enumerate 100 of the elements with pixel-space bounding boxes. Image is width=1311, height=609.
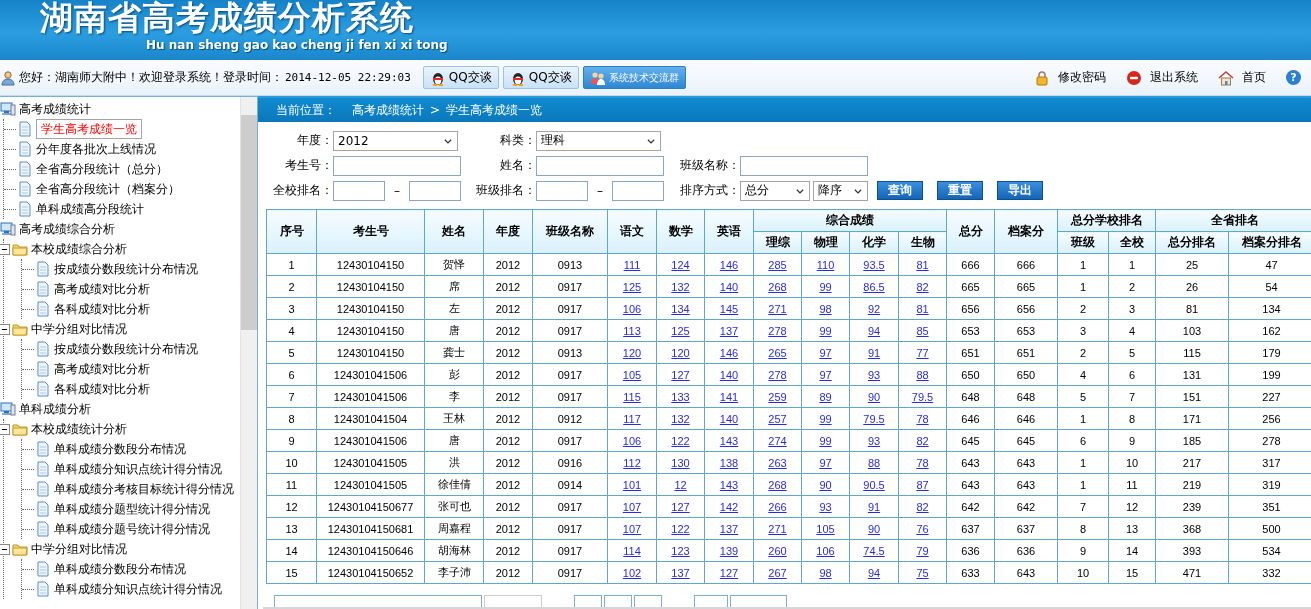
menu-item[interactable]: 高考成绩对比分析 <box>54 280 150 298</box>
score-link[interactable]: 82 <box>916 500 929 513</box>
menu-item[interactable]: 单科成绩分数段分布情况 <box>54 560 186 578</box>
menu-item[interactable]: 学生高考成绩一览 <box>36 119 142 139</box>
collapse-toggle[interactable] <box>0 543 10 555</box>
menu-item[interactable]: 单科成绩分题型统计得分情况 <box>54 500 210 518</box>
input-field[interactable] <box>536 155 664 176</box>
score-link[interactable]: 78 <box>916 456 929 469</box>
score-link[interactable]: 12 <box>674 478 687 491</box>
score-link[interactable]: 92 <box>867 302 881 315</box>
menu-group[interactable]: 高考成绩综合分析 <box>19 220 115 238</box>
input-field[interactable] <box>536 180 588 201</box>
score-link[interactable]: 81 <box>916 258 929 271</box>
dropdown[interactable]: 理科 <box>536 130 661 151</box>
score-link[interactable]: 94 <box>867 566 881 579</box>
menu-item[interactable]: 单科成绩分知识点统计得分情况 <box>54 460 222 478</box>
collapse-toggle[interactable] <box>0 323 10 335</box>
score-link[interactable]: 77 <box>916 346 929 359</box>
score-link[interactable]: 79 <box>916 544 929 557</box>
dropdown[interactable]: 2012 <box>333 130 458 151</box>
vertical-scrollbar[interactable] <box>240 97 257 609</box>
menu-group[interactable]: 单科成绩分析 <box>19 400 91 418</box>
score-link[interactable]: 93 <box>819 500 832 513</box>
score-link[interactable]: 81 <box>916 302 929 315</box>
score-link[interactable]: 90 <box>819 478 832 491</box>
score-link[interactable]: 91 <box>867 346 881 359</box>
score-link[interactable]: 90 <box>867 522 881 535</box>
score-link[interactable]: 75 <box>916 566 929 579</box>
range-dash: – <box>393 183 401 198</box>
action-button[interactable]: 重置 <box>937 181 983 200</box>
action-button[interactable]: 导出 <box>997 181 1043 200</box>
score-link[interactable]: 88 <box>867 456 881 469</box>
action-button[interactable]: 查询 <box>877 181 923 200</box>
score-link[interactable]: 98 <box>819 302 832 315</box>
table-cell: 2012 <box>483 451 533 474</box>
score-link[interactable]: 99 <box>819 324 832 337</box>
breadcrumb-item[interactable]: 高考成绩统计 <box>352 101 424 119</box>
score-link[interactable]: 93 <box>867 368 881 381</box>
table-cell: 0917 <box>532 539 608 562</box>
collapse-toggle[interactable] <box>0 243 10 255</box>
table-cell: 1 <box>1057 253 1109 276</box>
logout-link[interactable]: 退出系统 <box>1126 69 1198 86</box>
dropdown[interactable]: 降序 <box>813 180 868 201</box>
table-cell: 653 <box>946 319 995 342</box>
menu-item[interactable]: 按成绩分数段统计分布情况 <box>54 260 198 278</box>
menu-item[interactable]: 单科成绩分题号统计得分情况 <box>54 520 210 538</box>
table-cell: 648 <box>946 385 995 408</box>
menu-group[interactable]: 高考成绩统计 <box>19 100 91 118</box>
table-cell: 0917 <box>532 385 608 408</box>
input-field[interactable] <box>333 180 385 201</box>
home-link[interactable]: 首页 <box>1218 69 1266 86</box>
folder-item[interactable]: 本校成绩统计分析 <box>31 420 127 438</box>
score-link[interactable]: 99 <box>819 412 832 425</box>
menu-item[interactable]: 全省高分段统计（总分） <box>36 160 168 178</box>
input-field[interactable] <box>409 180 461 201</box>
score-link[interactable]: 88 <box>916 368 929 381</box>
menu-item[interactable]: 按成绩分数段统计分布情况 <box>54 340 198 358</box>
menu-item[interactable]: 单科成绩分知识点统计得分情况 <box>54 580 222 598</box>
collapse-toggle[interactable] <box>0 423 10 435</box>
score-link[interactable]: 97 <box>819 346 832 359</box>
table-cell: 7 <box>1108 385 1156 408</box>
folder-item[interactable]: 本校成绩综合分析 <box>31 240 127 258</box>
folder-item[interactable]: 中学分组对比情况 <box>31 320 127 338</box>
menu-item[interactable]: 高考成绩对比分析 <box>54 360 150 378</box>
score-link[interactable]: 85 <box>916 324 929 337</box>
score-link[interactable]: 99 <box>819 434 832 447</box>
score-link[interactable]: 98 <box>819 566 832 579</box>
score-link[interactable]: 78 <box>916 412 929 425</box>
menu-item[interactable]: 全省高分段统计（档案分） <box>36 180 180 198</box>
folder-item[interactable]: 中学分组对比情况 <box>31 540 127 558</box>
score-link[interactable]: 82 <box>916 434 929 447</box>
table-cell: 唐 <box>424 319 484 342</box>
qq-chat-button[interactable]: QQ交谈 <box>502 66 579 89</box>
score-link[interactable]: 93 <box>867 434 881 447</box>
menu-item[interactable]: 各科成绩对比分析 <box>54 380 150 398</box>
input-field[interactable] <box>333 155 461 176</box>
score-link[interactable]: 87 <box>916 478 929 491</box>
menu-item[interactable]: 单科成绩高分段统计 <box>36 200 144 218</box>
menu-item[interactable]: 单科成绩分考核目标统计得分情况 <box>54 480 234 498</box>
system-title: 湖南省高考成绩分析系统 <box>40 0 415 36</box>
dropdown[interactable]: 总分 <box>740 180 810 201</box>
score-link[interactable]: 76 <box>916 522 929 535</box>
input-field[interactable] <box>612 180 664 201</box>
document-icon <box>17 141 33 157</box>
score-link[interactable]: 94 <box>867 324 881 337</box>
menu-item[interactable]: 单科成绩分数段分布情况 <box>54 440 186 458</box>
score-link[interactable]: 99 <box>819 280 832 293</box>
score-link[interactable]: 89 <box>819 390 832 403</box>
input-field[interactable] <box>740 155 868 176</box>
score-link[interactable]: 97 <box>819 368 832 381</box>
table-cell: 1 <box>1057 275 1109 298</box>
score-link[interactable]: 90 <box>867 390 881 403</box>
menu-item[interactable]: 各科成绩对比分析 <box>54 300 150 318</box>
qq-chat-button[interactable]: QQ交谈 <box>422 66 499 89</box>
menu-item[interactable]: 分年度各批次上线情况 <box>36 140 156 158</box>
score-link[interactable]: 82 <box>916 280 929 293</box>
score-link[interactable]: 91 <box>867 500 881 513</box>
help-button[interactable]: ? <box>1286 70 1301 85</box>
score-link[interactable]: 97 <box>819 456 832 469</box>
change-password-link[interactable]: 修改密码 <box>1034 69 1106 86</box>
